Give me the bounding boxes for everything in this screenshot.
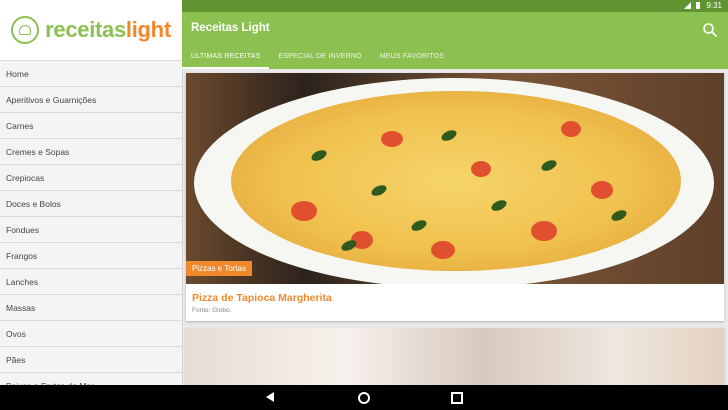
menu-item-massas[interactable]: Massas (0, 295, 182, 321)
menu-item-crepiocas[interactable]: Crepiocas (0, 165, 182, 191)
tab-meus-favoritos[interactable]: MEUS FAVORITOS (371, 45, 453, 69)
category-menu: Home Aperitivos e Guarnições Carnes Crem… (0, 61, 182, 385)
menu-item-paes[interactable]: Pães (0, 347, 182, 373)
menu-item-lanches[interactable]: Lanches (0, 269, 182, 295)
app-title: Receitas Light (191, 22, 270, 34)
category-badge: Pizzas e Tortas (186, 261, 253, 276)
recipe-card[interactable] (186, 73, 724, 321)
tab-ultimas-receitas[interactable]: ÚLTIMAS RECEITAS (182, 45, 270, 69)
menu-item-frangos[interactable]: Frangos (0, 243, 182, 269)
menu-item-aperitivos[interactable]: Aperitivos e Guarnições (0, 87, 182, 113)
system-navigation-bar (0, 385, 728, 410)
menu-item-carnes[interactable]: Carnes (0, 113, 182, 139)
menu-item-peixes[interactable]: Peixes e Frutos do Mar (0, 373, 182, 385)
tab-especial-inverno[interactable]: ESPECIAL DE INVERNO (269, 45, 370, 69)
recipe-photo (186, 73, 724, 284)
recent-apps-icon[interactable] (451, 392, 463, 404)
app-logo: receitaslight (0, 0, 182, 61)
home-icon[interactable] (358, 392, 370, 404)
logo-text-light: light (125, 17, 171, 42)
signal-icon (683, 2, 691, 10)
chef-hat-icon (11, 16, 40, 44)
pizza-shape (231, 91, 681, 271)
recipe-source: Fonte: Globo. (192, 307, 232, 314)
recipe-card-next[interactable] (186, 328, 724, 385)
search-icon[interactable] (702, 22, 718, 38)
status-bar: 9:31 (182, 0, 728, 12)
menu-item-ovos[interactable]: Ovos (0, 321, 182, 347)
status-time: 9:31 (706, 1, 722, 10)
battery-icon (696, 2, 701, 10)
menu-item-cremes-sopas[interactable]: Cremes e Sopas (0, 139, 182, 165)
tab-bar: ÚLTIMAS RECEITAS ESPECIAL DE INVERNO MEU… (182, 45, 453, 69)
app-bar: Receitas Light ÚLTIMAS RECEITAS ESPECIAL… (182, 12, 728, 69)
menu-item-fondues[interactable]: Fondues (0, 217, 182, 243)
logo-text-receitas: receitas (45, 17, 126, 42)
recipe-title[interactable]: Pizza de Tapioca Margherita (192, 292, 332, 304)
menu-item-doces-bolos[interactable]: Doces e Bolos (0, 191, 182, 217)
menu-item-home[interactable]: Home (0, 61, 182, 87)
back-icon[interactable] (266, 392, 274, 402)
navigation-drawer: receitaslight Home Aperitivos e Guarniçõ… (0, 0, 183, 385)
